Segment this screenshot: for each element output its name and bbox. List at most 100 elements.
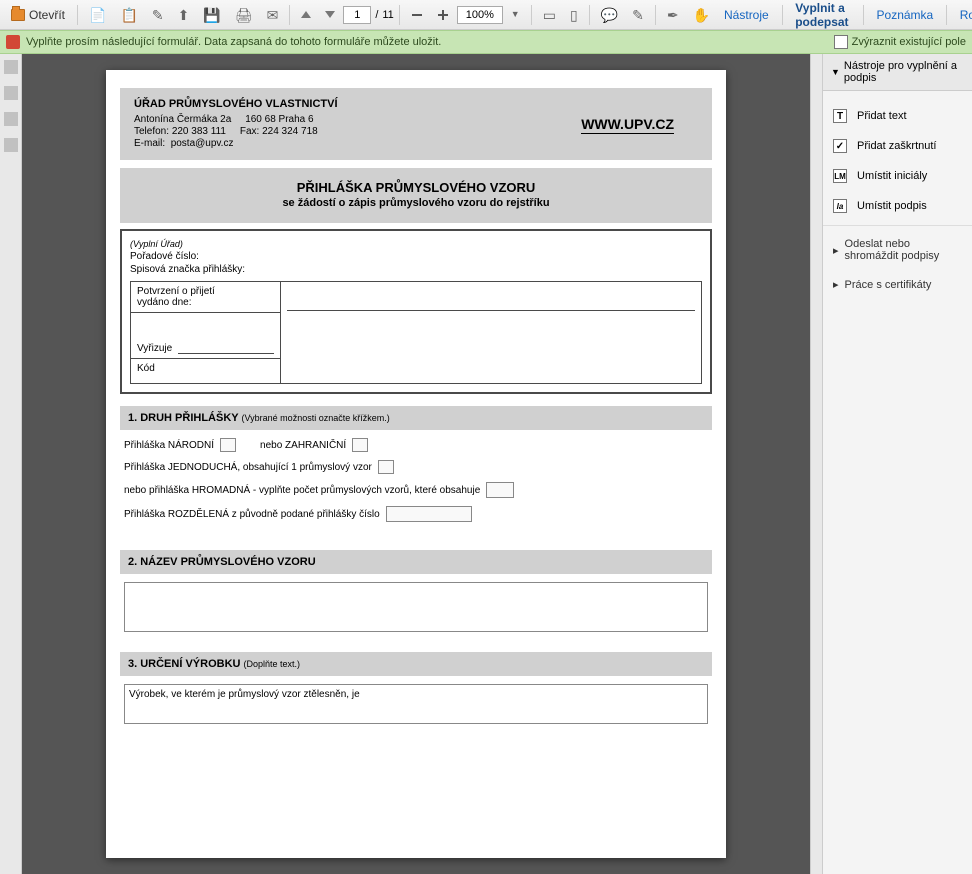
arrow-up-icon: [301, 11, 311, 18]
certificates-item[interactable]: ▸ Práce s certifikáty: [823, 270, 972, 299]
comment-tool-button[interactable]: 💬: [595, 4, 624, 26]
tools-tab[interactable]: Nástroje: [716, 4, 777, 26]
multiple-count-field[interactable]: [486, 482, 514, 498]
save-icon: 💾: [203, 8, 220, 22]
office-use-note: (Vyplní Úřad): [130, 239, 702, 249]
design-name-field[interactable]: [124, 582, 708, 632]
tel-label: Telefon:: [134, 126, 169, 137]
product-definition-field[interactable]: Výrobek, ve kterém je průmyslový vzor zt…: [124, 684, 708, 724]
highlight-fields-label: Zvýraznit existující pole: [852, 36, 966, 48]
handler-label: Vyřizuje: [137, 343, 172, 354]
signature-icon: la: [833, 199, 847, 213]
product-definition-text: Výrobek, ve kterém je průmyslový vzor zt…: [129, 689, 360, 700]
section-2-header: 2. NÁZEV PRŮMYSLOVÉHO VZORU: [120, 550, 712, 574]
zoom-dropdown[interactable]: ▼: [505, 6, 526, 23]
form-title: PŘIHLÁŠKA PRŮMYSLOVÉHO VZORU: [120, 180, 712, 195]
caret-right-icon: ▸: [833, 244, 839, 257]
export-button[interactable]: ⬆: [172, 4, 196, 26]
bookmarks-icon[interactable]: [4, 86, 18, 100]
add-check-label: Přidat zaškrtnutí: [857, 140, 936, 152]
foreign-label: nebo ZAHRANIČNÍ: [260, 440, 346, 451]
add-text-label: Přidat text: [857, 110, 907, 122]
initials-icon: LM: [833, 169, 847, 183]
create-pdf-button[interactable]: 📄: [83, 4, 112, 26]
office-name: ÚŘAD PRŮMYSLOVÉHO VLASTNICTVÍ: [134, 98, 338, 110]
certificates-label: Práce s certifikáty: [845, 279, 932, 291]
pdf-form-icon: [6, 35, 20, 49]
receipt-line1: Potvrzení o přijetí: [137, 286, 215, 297]
national-checkbox[interactable]: [220, 438, 236, 452]
highlight-fields-button[interactable]: Zvýraznit existující pole: [834, 35, 966, 49]
hand-icon: ✋: [693, 8, 710, 22]
form-subtitle: se žádostí o zápis průmyslového vzoru do…: [120, 197, 712, 209]
send-collect-item[interactable]: ▸ Odeslat nebo shromáždit podpisy: [823, 230, 972, 270]
print-button[interactable]: 🖨: [229, 4, 259, 26]
clipboard-icon: 📋: [120, 8, 137, 22]
print-icon: 🖨: [235, 8, 253, 22]
comment-tab[interactable]: Poznámka: [869, 4, 942, 26]
attachments-icon[interactable]: [4, 112, 18, 126]
save-button[interactable]: 💾: [197, 4, 226, 26]
left-nav-strip: [0, 54, 22, 874]
file-number-label: Spisová značka přihlášky:: [130, 264, 702, 275]
fax-value: 224 324 718: [262, 126, 318, 137]
section-3-header: 3. URČENÍ VÝROBKU (Doplňte text.): [120, 652, 712, 676]
zoom-out-button[interactable]: [405, 5, 429, 25]
clipboard-button[interactable]: 📋: [114, 4, 143, 26]
mail-button[interactable]: ✉: [261, 4, 285, 26]
email-label: E-mail:: [134, 138, 165, 149]
national-label: Přihláška NÁRODNÍ: [124, 440, 214, 451]
add-check-item[interactable]: ✓ Přidat zaškrtnutí: [823, 131, 972, 161]
speech-icon: 💬: [601, 8, 618, 22]
open-button[interactable]: Otevřít: [4, 4, 72, 26]
chevron-down-icon: ▼: [511, 10, 520, 19]
edit-button[interactable]: ✎: [146, 4, 170, 26]
fax-label: Fax:: [240, 126, 259, 137]
office-city: 160 68 Praha 6: [245, 114, 313, 125]
divided-number-field[interactable]: [386, 506, 472, 522]
zoom-in-button[interactable]: [431, 5, 455, 25]
send-collect-label: Odeslat nebo shromáždit podpisy: [845, 238, 962, 262]
extended-tab[interactable]: Rozšířené: [952, 4, 972, 26]
page-number-input[interactable]: [343, 6, 371, 24]
section-1-header: 1. DRUH PŘIHLÁŠKY (Vybrané možnosti ozna…: [120, 406, 712, 430]
sign-icon: ✒: [667, 8, 679, 22]
mail-icon: ✉: [267, 8, 279, 22]
signatures-icon[interactable]: [4, 138, 18, 152]
panel-header[interactable]: ▼ Nástroje pro vyplnění a podpis: [823, 54, 972, 91]
document-viewport[interactable]: ÚŘAD PRŮMYSLOVÉHO VLASTNICTVÍ Antonína Č…: [22, 54, 810, 874]
export-icon: ⬆: [178, 8, 190, 22]
fit-page-button[interactable]: ▭: [537, 4, 562, 26]
fill-sign-tab[interactable]: Vyplnit a podepsat: [787, 0, 858, 33]
section-2-title: 2. NÁZEV PRŮMYSLOVÉHO VZORU: [128, 556, 316, 568]
field-highlight-icon: [834, 35, 848, 49]
foreign-checkbox[interactable]: [352, 438, 368, 452]
thumbnails-icon[interactable]: [4, 60, 18, 74]
page-sep: /: [373, 9, 380, 21]
place-signature-item[interactable]: la Umístit podpis: [823, 191, 972, 221]
page-icon: 📄: [89, 8, 106, 22]
fit-width-button[interactable]: ▯: [564, 4, 584, 26]
prev-page-button[interactable]: [295, 7, 317, 22]
divided-label: Přihláška ROZDĚLENÁ z původně podané při…: [124, 509, 380, 520]
fill-sign-panel: ▼ Nástroje pro vyplnění a podpis T Přida…: [822, 54, 972, 874]
single-checkbox[interactable]: [378, 460, 394, 474]
check-icon: ✓: [833, 139, 847, 153]
receipt-line2: vydáno dne:: [137, 297, 192, 308]
folder-icon: [11, 9, 25, 21]
hand-tool-button[interactable]: ✋: [687, 4, 716, 26]
single-label: Přihláška JEDNODUCHÁ, obsahující 1 průmy…: [124, 462, 372, 473]
next-page-button[interactable]: [319, 7, 341, 22]
fit-width-icon: ▯: [570, 8, 578, 22]
fit-page-icon: ▭: [543, 8, 556, 22]
place-initials-item[interactable]: LM Umístit iniciály: [823, 161, 972, 191]
website-link: WWW.UPV.CZ: [581, 116, 674, 132]
open-label: Otevřít: [29, 8, 65, 22]
vertical-scrollbar[interactable]: [810, 54, 822, 874]
highlight-tool-button[interactable]: ✎: [626, 4, 650, 26]
zoom-input[interactable]: [457, 6, 503, 24]
place-initials-label: Umístit iniciály: [857, 170, 927, 182]
section-1-title: 1. DRUH PŘIHLÁŠKY: [128, 412, 238, 424]
add-text-item[interactable]: T Přidat text: [823, 101, 972, 131]
sign-tool-button[interactable]: ✒: [661, 4, 685, 26]
